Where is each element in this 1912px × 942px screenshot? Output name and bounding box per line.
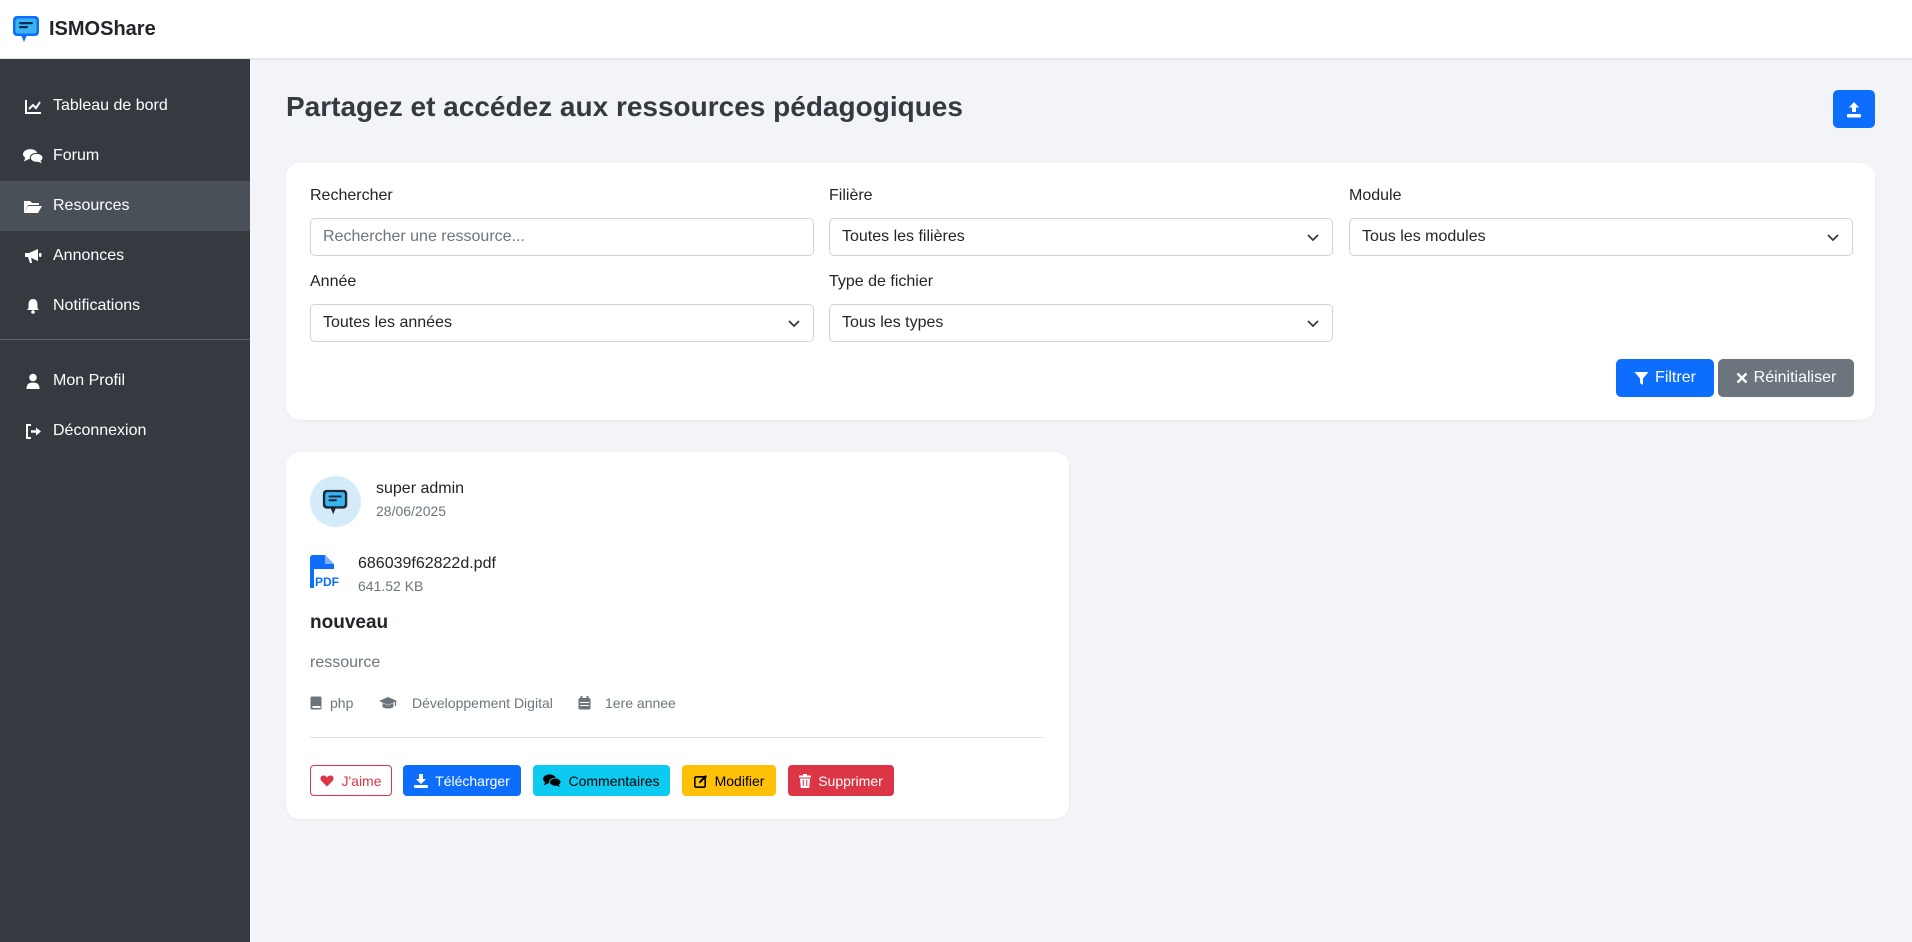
meta-module: php (310, 695, 353, 711)
meta-annee-text: 1ere annee (605, 695, 676, 711)
bullhorn-icon (23, 248, 43, 264)
book-icon (310, 696, 322, 710)
edit-button-label: Modifier (714, 772, 765, 789)
filter-button[interactable]: Filtrer (1616, 359, 1714, 397)
user-icon (23, 373, 43, 389)
sidebar-item-annonces[interactable]: Annonces (0, 231, 250, 281)
file-name[interactable]: 686039f62822d.pdf (358, 555, 496, 573)
meta-module-text: php (330, 695, 354, 711)
edit-button[interactable]: Modifier (682, 765, 776, 796)
module-select[interactable]: Tous les modules (1349, 218, 1853, 256)
download-button-label: Télécharger (435, 772, 510, 789)
sidebar-item-resources[interactable]: Resources (0, 181, 250, 231)
bell-icon (23, 298, 43, 314)
filiere-label: Filière (829, 187, 873, 204)
sidebar-item-label: Notifications (53, 297, 141, 314)
upload-icon (1847, 101, 1861, 117)
comments-icon (543, 774, 562, 787)
annee-label: Année (310, 273, 357, 290)
comments-icon (23, 148, 43, 164)
reset-button-label: Réinitialiser (1753, 369, 1837, 386)
folder-open-icon (23, 199, 43, 214)
file-pdf-icon: PDF (310, 555, 339, 589)
resource-card: super admin 28/06/2025 PDF 686039f62822d… (286, 452, 1069, 819)
sidebar-item-label: Mon Profil (53, 372, 126, 389)
reset-button[interactable]: Réinitialiser (1718, 359, 1854, 397)
chat-logo-icon (322, 489, 347, 514)
avatar (310, 476, 361, 527)
sidebar-item-label: Resources (53, 197, 130, 214)
search-input[interactable] (323, 228, 801, 246)
calendar-icon (578, 696, 591, 710)
like-button-label: J'aime (341, 772, 382, 789)
meta-filiere: Développement Digital (378, 695, 553, 711)
download-icon (414, 773, 429, 788)
filter-button-label: Filtrer (1655, 369, 1696, 386)
annee-select-value: Toutes les années (323, 314, 452, 331)
heart-icon (320, 775, 335, 786)
like-button[interactable]: J'aime (310, 765, 392, 796)
chevron-down-icon (788, 320, 800, 328)
chevron-down-icon (1307, 234, 1319, 242)
brand[interactable]: ISMOShare (11, 13, 156, 45)
sidebar-item-tableau-de-bord[interactable]: Tableau de bord (0, 81, 250, 131)
type-select-value: Tous les types (842, 314, 944, 331)
search-label: Rechercher (310, 187, 393, 204)
chat-logo-icon (13, 16, 39, 42)
module-label: Module (1349, 187, 1402, 204)
filiere-select-value: Toutes les filières (842, 228, 965, 245)
graduation-cap-icon (379, 697, 397, 709)
trash-icon (799, 773, 812, 788)
card-divider (310, 737, 1044, 738)
sidebar-divider (0, 339, 250, 340)
upload-button[interactable] (1833, 90, 1875, 128)
chevron-down-icon (1827, 234, 1839, 242)
chart-line-icon (23, 99, 43, 114)
top-navbar: ISMOShare (0, 0, 1912, 59)
file-size: 641.52 KB (358, 578, 424, 594)
sign-out-icon (23, 423, 43, 439)
chevron-down-icon (1307, 320, 1319, 328)
sidebar-item-mon-profil[interactable]: Mon Profil (0, 356, 250, 406)
meta-annee: 1ere annee (578, 695, 676, 711)
delete-button-label: Supprimer (818, 772, 883, 789)
sidebar-item-label: Annonces (53, 247, 125, 264)
resource-description: ressource (310, 654, 381, 671)
filter-icon (1634, 371, 1649, 385)
sidebar: Tableau de bord Forum Resources Annonces… (0, 59, 250, 942)
download-button[interactable]: Télécharger (403, 765, 521, 796)
module-select-value: Tous les modules (1362, 228, 1486, 245)
page-title: Partagez et accédez aux ressources pédag… (286, 91, 963, 122)
main-content: Partagez et accédez aux ressources pédag… (250, 59, 1912, 942)
comments-button[interactable]: Commentaires (533, 765, 670, 796)
post-date: 28/06/2025 (376, 503, 447, 519)
sidebar-item-label: Forum (53, 147, 100, 164)
filiere-select[interactable]: Toutes les filières (829, 218, 1333, 256)
comments-button-label: Commentaires (568, 772, 660, 789)
sidebar-item-deconnexion[interactable]: Déconnexion (0, 406, 250, 456)
delete-button[interactable]: Supprimer (788, 765, 894, 796)
resource-title: nouveau (310, 612, 389, 633)
edit-icon (693, 774, 707, 788)
sidebar-item-label: Déconnexion (53, 422, 147, 439)
sidebar-item-forum[interactable]: Forum (0, 131, 250, 181)
author-name: super admin (376, 480, 465, 497)
search-input-wrapper (310, 218, 814, 256)
sidebar-item-notifications[interactable]: Notifications (0, 281, 250, 331)
meta-filiere-text: Développement Digital (412, 695, 553, 711)
close-icon (1736, 372, 1747, 384)
file-type-badge: PDF (315, 575, 339, 589)
sidebar-item-label: Tableau de bord (53, 97, 168, 114)
type-select[interactable]: Tous les types (829, 304, 1333, 342)
brand-name: ISMOShare (49, 17, 156, 40)
type-label: Type de fichier (829, 273, 934, 290)
annee-select[interactable]: Toutes les années (310, 304, 814, 342)
